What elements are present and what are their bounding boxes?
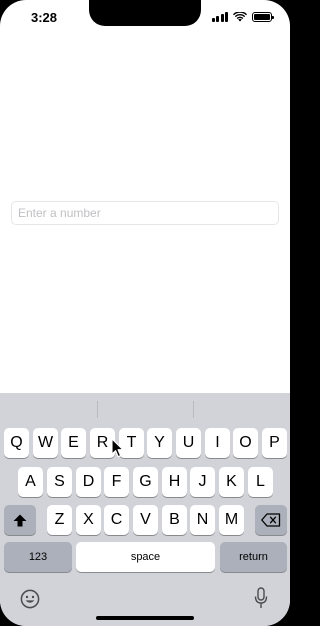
- status-bar: 3:28: [0, 0, 290, 34]
- cellular-signal-icon: [211, 12, 228, 22]
- key-a[interactable]: A: [18, 467, 43, 497]
- phone-screen: 3:28 Q W E R T Y U I O P: [0, 0, 290, 626]
- key-u[interactable]: U: [176, 428, 201, 458]
- mouse-pointer-icon: [111, 438, 124, 458]
- keyboard: Q W E R T Y U I O P A S D F G H J K L Z …: [0, 393, 290, 626]
- key-y[interactable]: Y: [147, 428, 172, 458]
- return-key[interactable]: return: [220, 542, 287, 572]
- key-s[interactable]: S: [47, 467, 72, 497]
- status-icons: [211, 11, 274, 23]
- number-input[interactable]: [11, 201, 279, 225]
- key-c[interactable]: C: [104, 505, 129, 535]
- key-z[interactable]: Z: [47, 505, 72, 535]
- key-q[interactable]: Q: [4, 428, 29, 458]
- space-key[interactable]: space: [76, 542, 215, 572]
- key-x[interactable]: X: [76, 505, 101, 535]
- suggestion-divider: [193, 401, 194, 418]
- key-d[interactable]: D: [76, 467, 101, 497]
- key-h[interactable]: H: [162, 467, 187, 497]
- microphone-icon[interactable]: [254, 587, 268, 609]
- suggestion-divider: [97, 401, 98, 418]
- key-b[interactable]: B: [162, 505, 187, 535]
- key-k[interactable]: K: [219, 467, 244, 497]
- emoji-icon[interactable]: [20, 589, 40, 609]
- key-n[interactable]: N: [190, 505, 215, 535]
- shift-arrow-icon: [13, 514, 27, 526]
- key-j[interactable]: J: [190, 467, 215, 497]
- delete-key[interactable]: [255, 505, 287, 535]
- wifi-icon: [233, 12, 247, 22]
- key-p[interactable]: P: [262, 428, 287, 458]
- battery-icon: [252, 12, 274, 22]
- key-o[interactable]: O: [233, 428, 258, 458]
- key-l[interactable]: L: [248, 467, 273, 497]
- status-time: 3:28: [31, 10, 58, 25]
- numbers-key[interactable]: 123: [4, 542, 72, 572]
- home-indicator[interactable]: [96, 616, 194, 620]
- shift-key[interactable]: [4, 505, 36, 535]
- key-g[interactable]: G: [133, 467, 158, 497]
- key-e[interactable]: E: [61, 428, 86, 458]
- backspace-icon: [261, 513, 281, 527]
- key-m[interactable]: M: [219, 505, 244, 535]
- key-v[interactable]: V: [133, 505, 158, 535]
- key-w[interactable]: W: [33, 428, 58, 458]
- key-f[interactable]: F: [104, 467, 129, 497]
- suggestion-bar: [0, 393, 290, 425]
- key-i[interactable]: I: [205, 428, 230, 458]
- notch: [89, 0, 201, 26]
